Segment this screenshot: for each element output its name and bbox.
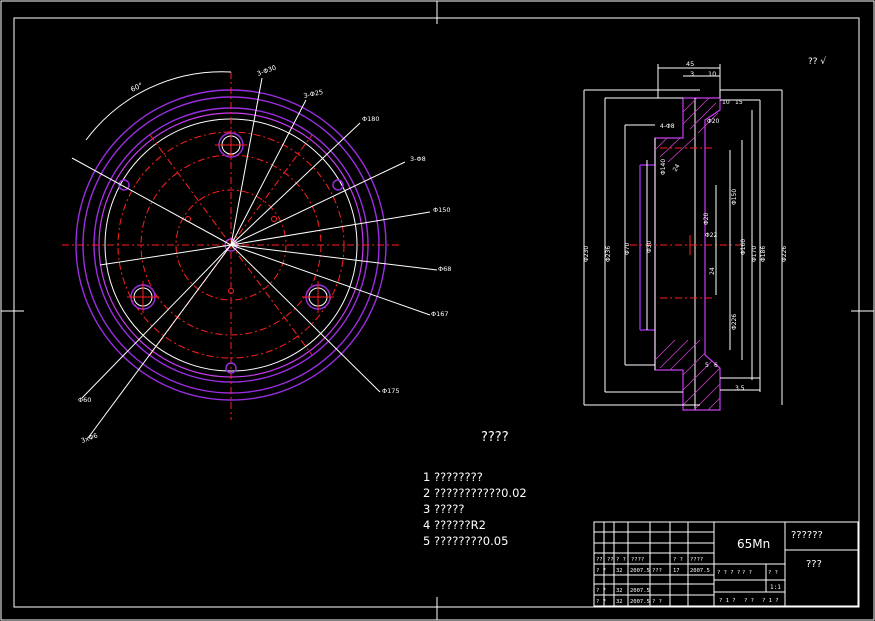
mid-label-6: 10 (722, 99, 730, 106)
right-dim-4: Φ170 (751, 246, 758, 262)
right-dim-5: Φ186 (760, 246, 767, 262)
tb-stage-2: ? ? (742, 570, 752, 576)
tb-stage-3: ? ? (768, 570, 778, 576)
tb-r2-c1: ? ? (596, 568, 606, 574)
mid-label-10: 4-Φ8 (660, 123, 675, 130)
arc-dimension (85, 71, 232, 141)
mid-label-7: 15 (735, 99, 743, 106)
tb-r4-c2: 32 (616, 599, 623, 605)
left-dim-4: Φ30 (646, 240, 653, 253)
leader-label-1: 3-Φ30 (256, 64, 277, 78)
left-dim-1: Φ230 (583, 246, 590, 262)
leader-lines (71, 77, 438, 439)
left-dim-5: Φ140 (660, 159, 667, 175)
left-dim-3: Φ70 (624, 242, 631, 255)
tb-sheet-3: ? 1 ? (762, 598, 779, 604)
tb-r1-c4: ???? (631, 557, 644, 563)
tb-r4-c3: 2007.5 (630, 599, 650, 605)
note-3: 3 ????? (423, 502, 465, 516)
note-1: 1 ???????? (423, 470, 483, 484)
top-dim-2: 3 (690, 70, 694, 78)
mid-label-2: Φ22 (705, 232, 718, 239)
tb-r4-c4: ? ? (652, 599, 662, 605)
cad-drawing-sheet: ?? √ 60° 3-Φ30 3-Φ25 Φ180 3-Φ8 Φ150 Φ68 … (0, 0, 875, 621)
mid-label-1: Φ20 (707, 118, 720, 125)
drawing-name: ?????? (791, 530, 823, 541)
right-dim-1: Φ20 (703, 212, 710, 225)
tb-r2-c5: 17 (673, 568, 680, 574)
right-dim-7: Φ226 (731, 314, 738, 330)
right-dim-6: Φ226 (781, 246, 788, 262)
top-dim-3: 10 (708, 70, 716, 78)
leader-label-6: Φ68 (438, 265, 451, 273)
tb-r2-c6: 2007.5 (690, 568, 710, 574)
mid-label-9: 24 (672, 163, 682, 173)
leader-label-7: Φ167 (431, 310, 449, 318)
mid-label-3: 3.5 (735, 385, 745, 392)
tb-r3-c1: ? ? (596, 588, 606, 594)
tb-r2-c3: 2007.5 (630, 568, 650, 574)
tb-r1-c1: ?? (596, 557, 603, 563)
large-hole-right (302, 281, 334, 313)
tb-r1-c2: ?? (607, 557, 614, 563)
leader-label-5: Φ150 (433, 206, 451, 214)
notes-title: ???? (481, 430, 509, 445)
tb-r3-c3: 2007.5 (630, 588, 650, 594)
corner-marks: ?? √ (808, 56, 826, 67)
leader-label-4: 3-Φ8 (410, 155, 426, 163)
right-dim-2: Φ150 (731, 189, 738, 205)
side-view: 45 3 10 Φ230 Φ236 Φ70 Φ30 Φ140 Φ20 Φ150 … (583, 60, 788, 411)
tb-sheet-1: ? 1 ? (719, 598, 736, 604)
large-hole-top (215, 130, 247, 160)
mid-label-4: 5 (705, 362, 709, 369)
note-4: 4 ??????R2 (423, 518, 486, 532)
drawing-number: ??? (806, 559, 822, 570)
tb-r4-c1: ? ? (596, 599, 606, 605)
large-hole-left (127, 281, 159, 313)
material-label: 65Mn (737, 537, 770, 551)
tb-r1-c3: ? ? (616, 557, 626, 563)
tb-sheet-2: ? ? (744, 598, 754, 604)
front-view: 60° 3-Φ30 3-Φ25 Φ180 3-Φ8 Φ150 Φ68 Φ167 … (62, 64, 451, 445)
tb-r2-c4: ??? (652, 568, 662, 574)
tb-r2-c2: 32 (616, 568, 623, 574)
hatching (654, 97, 721, 411)
tb-r1-c5: ? ? (673, 557, 683, 563)
mid-label-5: 6 (714, 362, 718, 369)
technical-notes: ???? 1 ???????? 2 ???????????0.02 3 ????… (423, 430, 527, 548)
tb-stage-1: ? ? ? ? (717, 570, 740, 576)
tb-scale: 1:1 (770, 584, 781, 591)
leader-label-3: Φ180 (362, 115, 380, 123)
top-dim-1: 45 (686, 60, 694, 68)
title-block: 65Mn ?????? ??? ?? ?? ? ? ???? ? ? ???? … (593, 521, 859, 607)
tb-r1-c6: ???? (690, 557, 703, 563)
leader-label-10: 3xΦ6 (80, 431, 99, 444)
note-5: 5 ????????0.05 (423, 534, 508, 548)
leader-label-9: Φ60 (78, 396, 91, 404)
tb-r3-c2: 32 (616, 588, 623, 594)
right-dim-3: Φ160 (740, 239, 747, 255)
leader-label-8: Φ175 (382, 387, 400, 395)
leader-label-2: 3-Φ25 (303, 88, 324, 100)
left-dim-2: Φ236 (605, 246, 612, 262)
note-2: 2 ???????????0.02 (423, 486, 527, 500)
mid-label-8: 24 (709, 267, 716, 275)
